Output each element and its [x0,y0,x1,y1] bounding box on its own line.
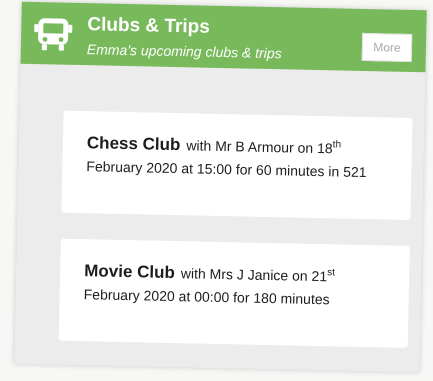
club-detail: with Mr B Armour on 18 [186,137,333,157]
club-name: Chess Club [86,133,181,155]
list-item[interactable]: Chess Club with Mr B Armour on 18th Febru… [61,110,413,220]
widget-header: Clubs & Trips Emma's upcoming clubs & tr… [20,1,427,73]
club-schedule: February 2020 at 00:00 for 180 minutes [83,286,330,308]
club-name: Movie Club [84,261,176,283]
bus-icon [33,16,74,53]
clubs-trips-widget: Clubs & Trips Emma's upcoming clubs & tr… [14,1,427,374]
widget-subtitle: Emma's upcoming clubs & trips [86,41,282,62]
date-suffix: th [332,139,342,151]
more-button[interactable]: More [361,32,413,62]
club-schedule: February 2020 at 15:00 for 60 minutes in… [86,158,367,181]
club-detail: with Mrs J Janice on 21 [180,265,328,285]
list-item[interactable]: Movie Club with Mrs J Janice on 21st Febr… [58,238,410,348]
clubs-list: Chess Club with Mr B Armour on 18th Febru… [58,110,413,374]
date-suffix: st [327,267,336,279]
widget-title: Clubs & Trips [87,14,211,38]
